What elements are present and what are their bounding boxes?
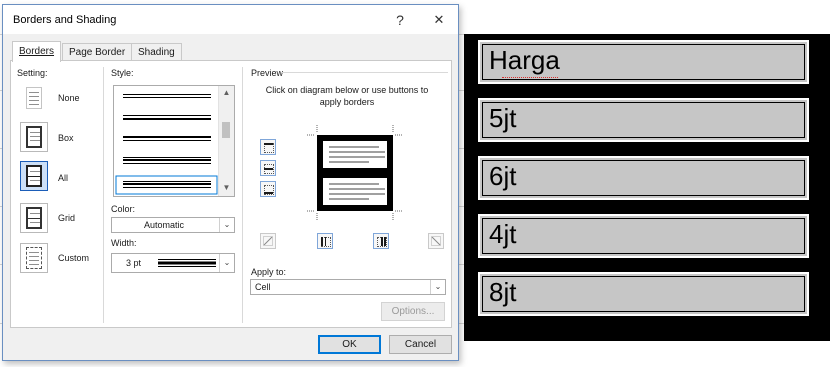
width-dropdown[interactable]: 3 pt ⌄: [111, 253, 235, 273]
scroll-down-icon[interactable]: ▼: [219, 183, 234, 192]
chevron-down-icon[interactable]: ⌄: [219, 218, 234, 232]
scroll-thumb[interactable]: [222, 122, 230, 138]
diagonal-up-border-button[interactable]: [428, 233, 444, 249]
tab-label: Page Border: [69, 47, 126, 58]
table-cell[interactable]: 6jt: [477, 155, 810, 201]
color-label: Color:: [111, 204, 136, 214]
tab-borders[interactable]: Borders: [12, 41, 62, 62]
borders-and-shading-dialog: Borders and Shading ? ✕ Borders Page Bor…: [2, 4, 459, 361]
cancel-button[interactable]: Cancel: [389, 335, 452, 354]
setting-box-icon[interactable]: [20, 122, 48, 152]
table-cell[interactable]: 5jt: [477, 97, 810, 143]
width-label: Width:: [111, 238, 137, 248]
preview-cell: [321, 139, 389, 170]
preview-rule: [282, 72, 448, 73]
tab-label: Borders: [19, 46, 55, 57]
table-cell[interactable]: Harga: [477, 39, 810, 85]
dialog-title: Borders and Shading: [13, 14, 117, 26]
apply-to-label: Apply to:: [251, 267, 287, 277]
preview-hint: Click on diagram below or use buttons to…: [265, 85, 429, 107]
style-line-option[interactable]: [123, 136, 211, 138]
apply-to-dropdown[interactable]: Cell ⌄: [250, 279, 446, 295]
style-lines: [115, 94, 218, 195]
style-line-option[interactable]: [123, 94, 211, 95]
cell-text: Harga: [489, 45, 560, 75]
tab-shading[interactable]: Shading: [131, 43, 182, 61]
document-table: Harga 5jt 6jt 4jt 8jt: [464, 34, 830, 341]
cell-text: 6jt: [489, 161, 517, 191]
setting-grid-label[interactable]: Grid: [58, 213, 75, 223]
title-bar: Borders and Shading ? ✕: [3, 5, 458, 34]
inside-horizontal-border-button[interactable]: [260, 160, 276, 176]
cell-text: 4jt: [489, 219, 517, 249]
setting-none-icon[interactable]: [20, 83, 48, 113]
style-scrollbar[interactable]: ▲ ▼: [218, 86, 234, 196]
width-line-sample: [158, 259, 216, 267]
close-button[interactable]: ✕: [427, 9, 451, 31]
top-border-button[interactable]: [260, 139, 276, 155]
cell-text: 5jt: [489, 103, 517, 133]
preview-cell: [321, 176, 389, 207]
style-line-option[interactable]: [123, 157, 211, 158]
width-value: 3 pt: [126, 258, 142, 268]
setting-all-label[interactable]: All: [58, 173, 68, 183]
options-button[interactable]: Options...: [381, 302, 445, 321]
diagonal-down-border-button[interactable]: [260, 233, 276, 249]
left-border-button[interactable]: [317, 233, 333, 249]
chevron-down-icon[interactable]: ⌄: [219, 254, 234, 272]
setting-grid-icon[interactable]: [20, 203, 48, 233]
cell-text: 8jt: [489, 277, 517, 307]
setting-box-label[interactable]: Box: [58, 133, 74, 143]
setting-all-icon[interactable]: [20, 161, 48, 191]
color-dropdown[interactable]: Automatic ⌄: [111, 217, 235, 233]
chevron-down-icon[interactable]: ⌄: [430, 280, 445, 294]
setting-custom-label[interactable]: Custom: [58, 253, 89, 263]
setting-custom-icon[interactable]: [20, 243, 48, 273]
apply-to-value: Cell: [255, 282, 271, 292]
scroll-up-icon[interactable]: ▲: [219, 88, 234, 97]
style-line-option[interactable]: [123, 115, 211, 116]
table-cell[interactable]: 8jt: [477, 271, 810, 317]
style-listbox[interactable]: ▲ ▼: [113, 85, 235, 197]
table-cell[interactable]: 4jt: [477, 213, 810, 259]
divider: [103, 67, 104, 323]
tab-label: Shading: [138, 47, 175, 58]
ok-button[interactable]: OK: [318, 335, 381, 354]
divider: [242, 67, 243, 323]
help-button[interactable]: ?: [388, 9, 412, 31]
bottom-border-button[interactable]: [260, 181, 276, 197]
inside-vertical-border-button[interactable]: [373, 233, 389, 249]
tab-page-border[interactable]: Page Border: [62, 43, 133, 61]
spellcheck-underline: [502, 74, 558, 78]
preview-box[interactable]: [317, 135, 393, 211]
setting-label: Setting:: [17, 68, 48, 78]
preview-label: Preview: [251, 68, 284, 78]
color-value: Automatic: [144, 220, 185, 230]
style-label: Style:: [111, 68, 134, 78]
setting-none-label[interactable]: None: [58, 93, 80, 103]
